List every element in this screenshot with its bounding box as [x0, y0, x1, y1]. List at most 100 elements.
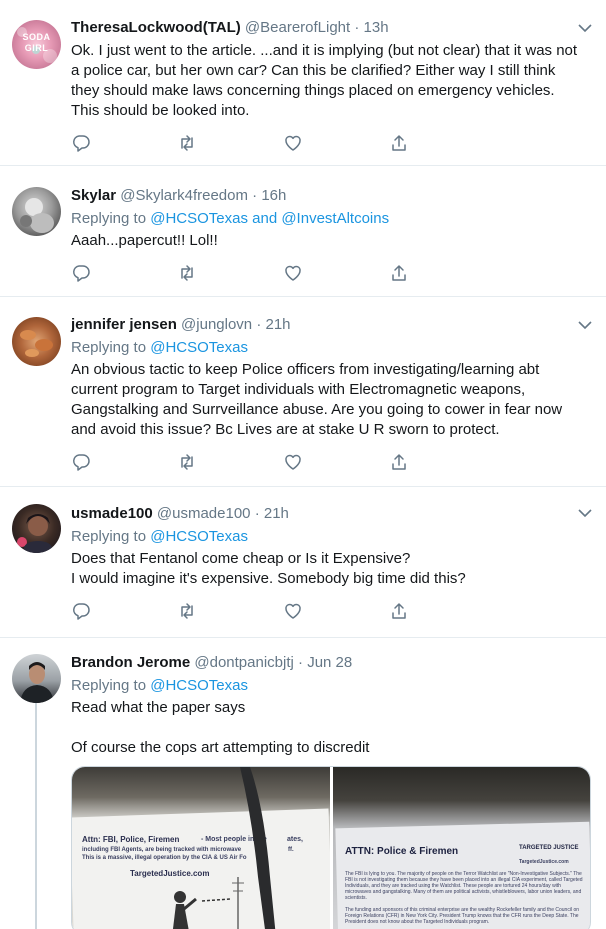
reply-icon	[71, 601, 91, 626]
replying-to-label: Replying to	[71, 677, 147, 694]
share-button[interactable]	[389, 452, 495, 477]
like-icon	[283, 133, 303, 158]
like-icon	[283, 452, 303, 477]
share-button[interactable]	[389, 263, 495, 288]
avatar[interactable]	[12, 317, 61, 366]
reply-button[interactable]	[71, 601, 177, 626]
tweet[interactable]: Skylar @Skylark4freedom · 16h Replying t…	[0, 166, 606, 297]
timestamp[interactable]: 13h	[364, 19, 389, 36]
tweet-text: Aaah...papercut!! Lol!!	[71, 232, 218, 249]
tweet-actions	[71, 263, 495, 288]
user-handle[interactable]: @dontpanicbjtj	[194, 654, 293, 671]
replying-to-link[interactable]: @HCSOTexas	[150, 677, 248, 694]
display-name[interactable]: Skylar	[71, 187, 116, 204]
user-handle[interactable]: @usmade100	[157, 505, 251, 522]
separator-dot: ·	[298, 654, 304, 671]
tweet[interactable]: SODA GIRL TheresaLockwood(TAL) @Bearerof…	[0, 0, 606, 166]
separator-dot: ·	[354, 19, 360, 36]
display-name[interactable]: TheresaLockwood(TAL)	[71, 19, 241, 36]
like-button[interactable]	[283, 603, 389, 623]
replying-to-link[interactable]: @HCSOTexas and @InvestAltcoins	[150, 210, 389, 227]
retweet-icon	[177, 133, 197, 158]
avatar-image	[20, 330, 53, 357]
display-name[interactable]: Brandon Jerome	[71, 654, 190, 671]
separator-dot: ·	[252, 187, 258, 204]
timestamp[interactable]: 16h	[261, 187, 286, 204]
like-button[interactable]	[283, 135, 389, 155]
user-handle[interactable]: @Skylark4freedom	[120, 187, 248, 204]
tweet-media-grid: Attn: FBI, Police, Firemen - Most people…	[71, 766, 591, 929]
reply-button[interactable]	[71, 133, 177, 158]
like-icon	[283, 263, 303, 288]
avatar-image	[17, 514, 52, 553]
reply-button[interactable]	[71, 263, 177, 288]
separator-dot: ·	[256, 316, 262, 333]
user-handle[interactable]: @junglovn	[181, 316, 252, 333]
like-button[interactable]	[283, 265, 389, 285]
tweet[interactable]: jennifer jensen @junglovn · 21h Replying…	[0, 297, 606, 487]
retweet-button[interactable]	[177, 452, 283, 477]
tweet-text: Ok. I just went to the article. ...and i…	[71, 42, 578, 119]
avatar[interactable]	[12, 504, 61, 553]
tweet-photo[interactable]: ATTN: Police & Firemen TARGETED JUSTICE …	[333, 767, 590, 929]
tweet-text: Does that Fentanol come cheap or Is it E…	[71, 550, 466, 587]
replying-to-link[interactable]: @HCSOTexas	[150, 339, 248, 356]
timestamp[interactable]: Jun 28	[307, 654, 352, 671]
timestamp[interactable]: 21h	[264, 505, 289, 522]
replying-to-label: Replying to	[71, 339, 147, 356]
chevron-down-icon[interactable]	[576, 19, 594, 37]
tweet-header: Brandon Jerome @dontpanicbjtj · Jun 28	[71, 653, 586, 673]
user-handle[interactable]: @BearerofLight	[245, 19, 350, 36]
retweet-button[interactable]	[177, 133, 283, 158]
replying-to: Replying to @HCSOTexas	[71, 527, 586, 547]
replying-to: Replying to @HCSOTexas	[71, 338, 586, 358]
share-icon	[389, 133, 409, 158]
retweet-icon	[177, 601, 197, 626]
flyer-logo: TARGETED JUSTICE	[519, 845, 579, 851]
flyer-heading: ATTN: Police & Firemen	[345, 846, 459, 857]
share-button[interactable]	[389, 602, 495, 623]
replying-to-link[interactable]: @HCSOTexas	[150, 528, 248, 545]
avatar[interactable]	[12, 187, 61, 236]
flyer-paragraph: The FBI is lying to you. The majority of…	[345, 871, 583, 901]
reply-icon	[71, 452, 91, 477]
flyer-illustration	[172, 767, 276, 929]
tweet-header: Skylar @Skylark4freedom · 16h	[71, 186, 586, 206]
tweet-text: Read what the paper says Of course the c…	[71, 699, 370, 756]
reply-icon	[71, 133, 91, 158]
retweet-icon	[177, 452, 197, 477]
retweet-button[interactable]	[177, 601, 283, 626]
display-name[interactable]: jennifer jensen	[71, 316, 177, 333]
share-icon	[389, 452, 409, 477]
reply-button[interactable]	[71, 452, 177, 477]
tweet-photo[interactable]: Attn: FBI, Police, Firemen - Most people…	[72, 767, 330, 929]
reply-icon	[71, 263, 91, 288]
tweet-actions	[71, 133, 495, 158]
chevron-down-icon[interactable]	[576, 316, 594, 334]
flyer-paragraph: The funding and sponsors of this crimina…	[345, 907, 580, 925]
like-icon	[283, 601, 303, 626]
tweet-header: jennifer jensen @junglovn · 21h	[71, 315, 586, 335]
like-button[interactable]	[283, 454, 389, 474]
replying-to: Replying to @HCSOTexas and @InvestAltcoi…	[71, 209, 586, 229]
timestamp[interactable]: 21h	[266, 316, 291, 333]
flyer-website: TargetedJustice.com	[519, 859, 569, 865]
retweet-button[interactable]	[177, 263, 283, 288]
replying-to-label: Replying to	[71, 528, 147, 545]
share-button[interactable]	[389, 133, 495, 158]
chevron-down-icon[interactable]	[576, 504, 594, 522]
avatar[interactable]: SODA GIRL	[12, 20, 61, 69]
display-name[interactable]: usmade100	[71, 505, 153, 522]
tweet-text: An obvious tactic to keep Police officer…	[71, 361, 563, 438]
tweet-actions	[71, 452, 495, 477]
avatar-logo-text: SODA GIRL	[22, 32, 51, 53]
tweet[interactable]: usmade100 @usmade100 · 21h Replying to @…	[0, 487, 606, 638]
separator-dot: ·	[254, 505, 260, 522]
avatar-image	[20, 662, 54, 703]
thread-connector-line	[35, 700, 37, 929]
replying-to-label: Replying to	[71, 210, 147, 227]
retweet-icon	[177, 263, 197, 288]
tweet-actions	[71, 601, 495, 626]
share-icon	[389, 263, 409, 288]
avatar[interactable]	[12, 654, 61, 703]
